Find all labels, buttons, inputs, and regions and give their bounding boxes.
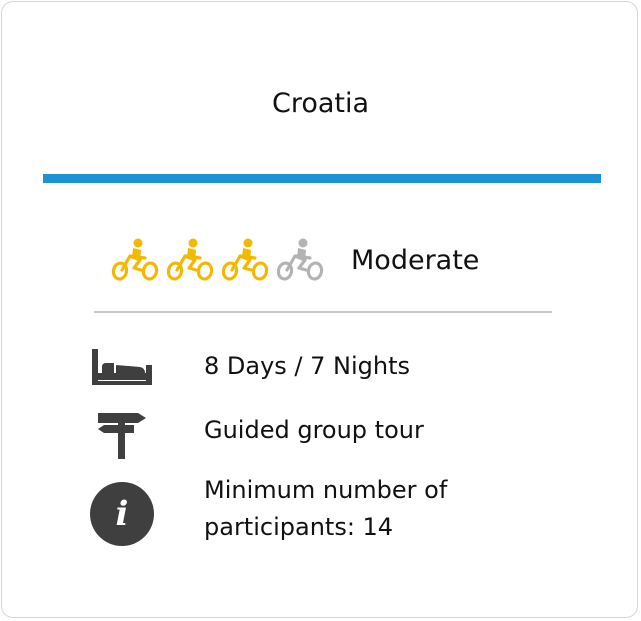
cyclist-icon-inactive: [276, 238, 324, 281]
participants-text-line2: participants: 14: [204, 513, 394, 541]
title-accent-bar: [43, 174, 601, 183]
participants-text: Minimum number of participants: 14: [204, 472, 564, 546]
tour-title: Croatia: [271, 88, 370, 119]
cyclist-icon: [166, 238, 214, 281]
cyclist-icon: [111, 238, 159, 281]
tour-card: Croatia Moderate 8 Days / 7 Nights Guide…: [1, 1, 638, 618]
tour-type-text: Guided group tour: [204, 416, 424, 444]
cyclist-icon: [221, 238, 269, 281]
info-icon: i: [90, 482, 154, 546]
section-divider: [94, 311, 552, 313]
bed-icon: [90, 337, 154, 397]
duration-text: 8 Days / 7 Nights: [204, 352, 411, 380]
signpost-icon: [90, 401, 154, 461]
difficulty-rating: Moderate: [110, 230, 479, 290]
difficulty-icons: [110, 236, 327, 284]
difficulty-label: Moderate: [351, 244, 480, 276]
participants-text-line1: Minimum number of: [204, 476, 448, 504]
